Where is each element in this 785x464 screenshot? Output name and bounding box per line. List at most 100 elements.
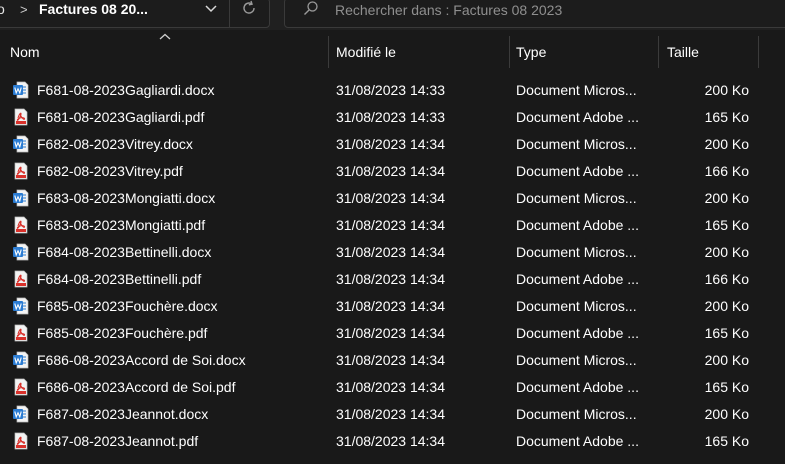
search-input[interactable] <box>335 0 775 21</box>
chevron-down-icon[interactable] <box>204 1 218 15</box>
file-size: 200 Ko <box>704 190 749 206</box>
file-type: Document Micros... <box>516 136 637 152</box>
file-row[interactable]: F685-08-2023Fouchère.docx 31/08/2023 14:3… <box>0 293 785 320</box>
file-name: F685-08-2023Fouchère.pdf <box>37 325 208 341</box>
file-size: 200 Ko <box>704 244 749 260</box>
pdf-doc-icon <box>12 432 30 450</box>
address-divider <box>229 0 230 27</box>
pdf-doc-icon <box>12 324 30 342</box>
file-modified-date: 31/08/2023 14:34 <box>336 163 445 179</box>
file-type: Document Micros... <box>516 244 637 260</box>
file-type: Document Micros... <box>516 352 637 368</box>
file-row[interactable]: F682-08-2023Vitrey.docx 31/08/2023 14:34 D… <box>0 131 785 158</box>
file-row[interactable]: F686-08-2023Accord de Soi.docx 31/08/2023… <box>0 347 785 374</box>
file-size: 200 Ko <box>704 82 749 98</box>
file-name: F684-08-2023Bettinelli.pdf <box>37 271 202 287</box>
file-size: 200 Ko <box>704 136 749 152</box>
file-size: 165 Ko <box>704 379 749 395</box>
toolbar: o > Factures 08 20... <box>0 0 785 30</box>
column-header-modified-label: Modifié le <box>336 44 396 60</box>
search-icon <box>304 1 318 15</box>
file-name: F681-08-2023Gagliardi.docx <box>37 82 215 98</box>
file-row[interactable]: F683-08-2023Mongiatti.pdf 31/08/2023 14:3… <box>0 212 785 239</box>
file-size: 165 Ko <box>704 109 749 125</box>
file-modified-date: 31/08/2023 14:34 <box>336 190 445 206</box>
file-name: F685-08-2023Fouchère.docx <box>37 298 218 314</box>
file-type: Document Micros... <box>516 406 637 422</box>
file-size: 200 Ko <box>704 352 749 368</box>
file-type: Document Adobe ... <box>516 433 639 449</box>
file-size: 165 Ko <box>704 433 749 449</box>
file-name: F687-08-2023Jeannot.docx <box>37 406 209 422</box>
file-row[interactable]: F685-08-2023Fouchère.pdf 31/08/2023 14:34… <box>0 320 785 347</box>
file-modified-date: 31/08/2023 14:33 <box>336 82 445 98</box>
file-name: F683-08-2023Mongiatti.docx <box>37 190 216 206</box>
file-modified-date: 31/08/2023 14:33 <box>336 109 445 125</box>
column-header-modified[interactable]: Modifié le <box>329 36 509 68</box>
file-name: F683-08-2023Mongiatti.pdf <box>37 217 206 233</box>
file-type: Document Micros... <box>516 298 637 314</box>
file-type: Document Adobe ... <box>516 325 639 341</box>
column-header-size-label: Taille <box>667 44 699 60</box>
file-name: F686-08-2023Accord de Soi.pdf <box>37 379 236 395</box>
file-row[interactable]: F681-08-2023Gagliardi.docx 31/08/2023 14:… <box>0 77 785 104</box>
column-header-name[interactable]: Nom <box>0 36 328 68</box>
file-name: F686-08-2023Accord de Soi.docx <box>37 352 246 368</box>
file-size: 200 Ko <box>704 406 749 422</box>
file-row[interactable]: F682-08-2023Vitrey.pdf 31/08/2023 14:34 Do… <box>0 158 785 185</box>
column-header-name-label: Nom <box>10 44 40 60</box>
file-size: 200 Ko <box>704 298 749 314</box>
file-modified-date: 31/08/2023 14:34 <box>336 298 445 314</box>
file-row[interactable]: F683-08-2023Mongiatti.docx 31/08/2023 14:… <box>0 185 785 212</box>
word-doc-icon <box>12 81 30 99</box>
file-modified-date: 31/08/2023 14:34 <box>336 433 445 449</box>
file-type: Document Adobe ... <box>516 163 639 179</box>
pdf-doc-icon <box>12 216 30 234</box>
address-bar[interactable]: o > Factures 08 20... <box>0 0 270 28</box>
file-modified-date: 31/08/2023 14:34 <box>336 406 445 422</box>
file-type: Document Adobe ... <box>516 271 639 287</box>
file-row[interactable]: F687-08-2023Jeannot.pdf 31/08/2023 14:34 D… <box>0 428 785 455</box>
breadcrumb-previous[interactable]: o <box>0 1 5 17</box>
file-type: Document Adobe ... <box>516 217 639 233</box>
file-name: F682-08-2023Vitrey.docx <box>37 136 193 152</box>
breadcrumb-current-folder[interactable]: Factures 08 20... <box>39 1 148 17</box>
file-modified-date: 31/08/2023 14:34 <box>336 352 445 368</box>
file-size: 166 Ko <box>704 163 749 179</box>
refresh-icon[interactable] <box>241 0 257 16</box>
file-name: F687-08-2023Jeannot.pdf <box>37 433 199 449</box>
file-row[interactable]: F684-08-2023Bettinelli.pdf 31/08/2023 14:… <box>0 266 785 293</box>
file-name: F681-08-2023Gagliardi.pdf <box>37 109 205 125</box>
file-name: F682-08-2023Vitrey.pdf <box>37 163 183 179</box>
pdf-doc-icon <box>12 162 30 180</box>
word-doc-icon <box>12 135 30 153</box>
file-type: Document Micros... <box>516 82 637 98</box>
file-name: F684-08-2023Bettinelli.docx <box>37 244 212 260</box>
file-modified-date: 31/08/2023 14:34 <box>336 244 445 260</box>
column-divider[interactable] <box>758 36 759 68</box>
word-doc-icon <box>12 297 30 315</box>
search-box[interactable] <box>284 0 785 28</box>
word-doc-icon <box>12 405 30 423</box>
file-modified-date: 31/08/2023 14:34 <box>336 379 445 395</box>
column-header-type[interactable]: Type <box>510 36 658 68</box>
word-doc-icon <box>12 351 30 369</box>
file-type: Document Adobe ... <box>516 379 639 395</box>
file-size: 166 Ko <box>704 271 749 287</box>
file-row[interactable]: F681-08-2023Gagliardi.pdf 31/08/2023 14:3… <box>0 104 785 131</box>
column-header-type-label: Type <box>516 44 547 60</box>
file-row[interactable]: F684-08-2023Bettinelli.docx 31/08/2023 14… <box>0 239 785 266</box>
pdf-doc-icon <box>12 270 30 288</box>
file-modified-date: 31/08/2023 14:34 <box>336 136 445 152</box>
file-modified-date: 31/08/2023 14:34 <box>336 217 445 233</box>
file-modified-date: 31/08/2023 14:34 <box>336 325 445 341</box>
file-modified-date: 31/08/2023 14:34 <box>336 271 445 287</box>
file-size: 165 Ko <box>704 325 749 341</box>
column-header-size[interactable]: Taille <box>659 36 758 68</box>
pdf-doc-icon <box>12 378 30 396</box>
file-row[interactable]: F686-08-2023Accord de Soi.pdf 31/08/2023 … <box>0 374 785 401</box>
word-doc-icon <box>12 243 30 261</box>
file-size: 165 Ko <box>704 217 749 233</box>
file-row[interactable]: F687-08-2023Jeannot.docx 31/08/2023 14:34… <box>0 401 785 428</box>
breadcrumb-separator-icon[interactable]: > <box>20 2 28 17</box>
